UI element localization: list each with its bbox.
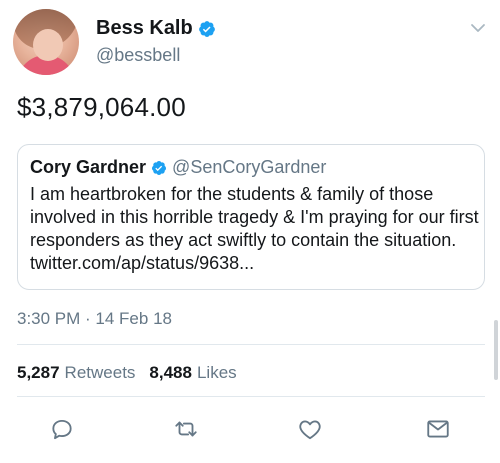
like-button[interactable] xyxy=(297,416,323,442)
retweets-count: 5,287 xyxy=(17,363,60,382)
likes-count: 8,488 xyxy=(149,363,192,382)
avatar-face xyxy=(33,29,63,61)
envelope-icon xyxy=(427,420,449,438)
likes-label: Likes xyxy=(196,363,237,382)
tweet-text: $3,879,064.00 xyxy=(17,92,186,122)
likes-stat[interactable]: 8,488 Likes xyxy=(149,363,236,383)
reply-button[interactable] xyxy=(49,416,75,442)
direct-message-button[interactable] xyxy=(425,416,451,442)
chevron-down-icon[interactable] xyxy=(470,20,486,36)
author-name-row[interactable]: Bess Kalb xyxy=(96,17,216,40)
verified-badge-icon xyxy=(152,160,167,175)
retweet-icon xyxy=(175,421,197,437)
divider xyxy=(17,396,485,397)
quoted-tweet-header: Cory Gardner @SenCoryGardner xyxy=(30,157,326,178)
retweets-stat[interactable]: 5,287 Retweets xyxy=(17,363,135,383)
quoted-tweet[interactable]: Cory Gardner @SenCoryGardner I am heartb… xyxy=(17,144,485,290)
quoted-tweet-text: I am heartbroken for the students & fami… xyxy=(30,184,479,273)
reply-icon xyxy=(52,419,72,440)
retweets-label: Retweets xyxy=(64,363,136,382)
tweet-stats: 5,287 Retweets 8,488 Likes xyxy=(17,363,237,383)
tweet-actions xyxy=(0,408,500,448)
verified-badge-icon xyxy=(198,20,215,37)
quoted-author-name: Cory Gardner xyxy=(30,157,147,177)
tweet-timestamp[interactable]: 3:30 PM · 14 Feb 18 xyxy=(17,309,172,329)
author-handle[interactable]: @bessbell xyxy=(96,45,180,66)
retweet-button[interactable] xyxy=(173,416,199,442)
author-name[interactable]: Bess Kalb xyxy=(96,17,193,40)
scrollbar[interactable] xyxy=(494,320,498,380)
divider xyxy=(17,344,485,345)
quoted-author-handle: @SenCoryGardner xyxy=(172,157,327,177)
avatar[interactable] xyxy=(13,9,79,75)
heart-icon xyxy=(299,420,321,440)
tweet: Bess Kalb @bessbell $3,879,064.00 Cory G… xyxy=(0,0,500,463)
